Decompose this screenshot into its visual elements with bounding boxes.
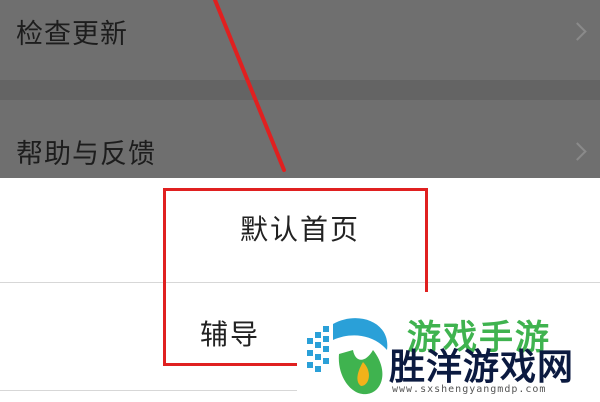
brand-logo-icon	[307, 318, 388, 395]
watermark-url: www.sxshengyangmdp.com	[392, 384, 547, 395]
watermark: 游戏手游 胜洋游戏网 www.sxshengyangmdp.com	[297, 292, 600, 402]
watermark-brand: 胜洋游戏网	[389, 347, 575, 388]
